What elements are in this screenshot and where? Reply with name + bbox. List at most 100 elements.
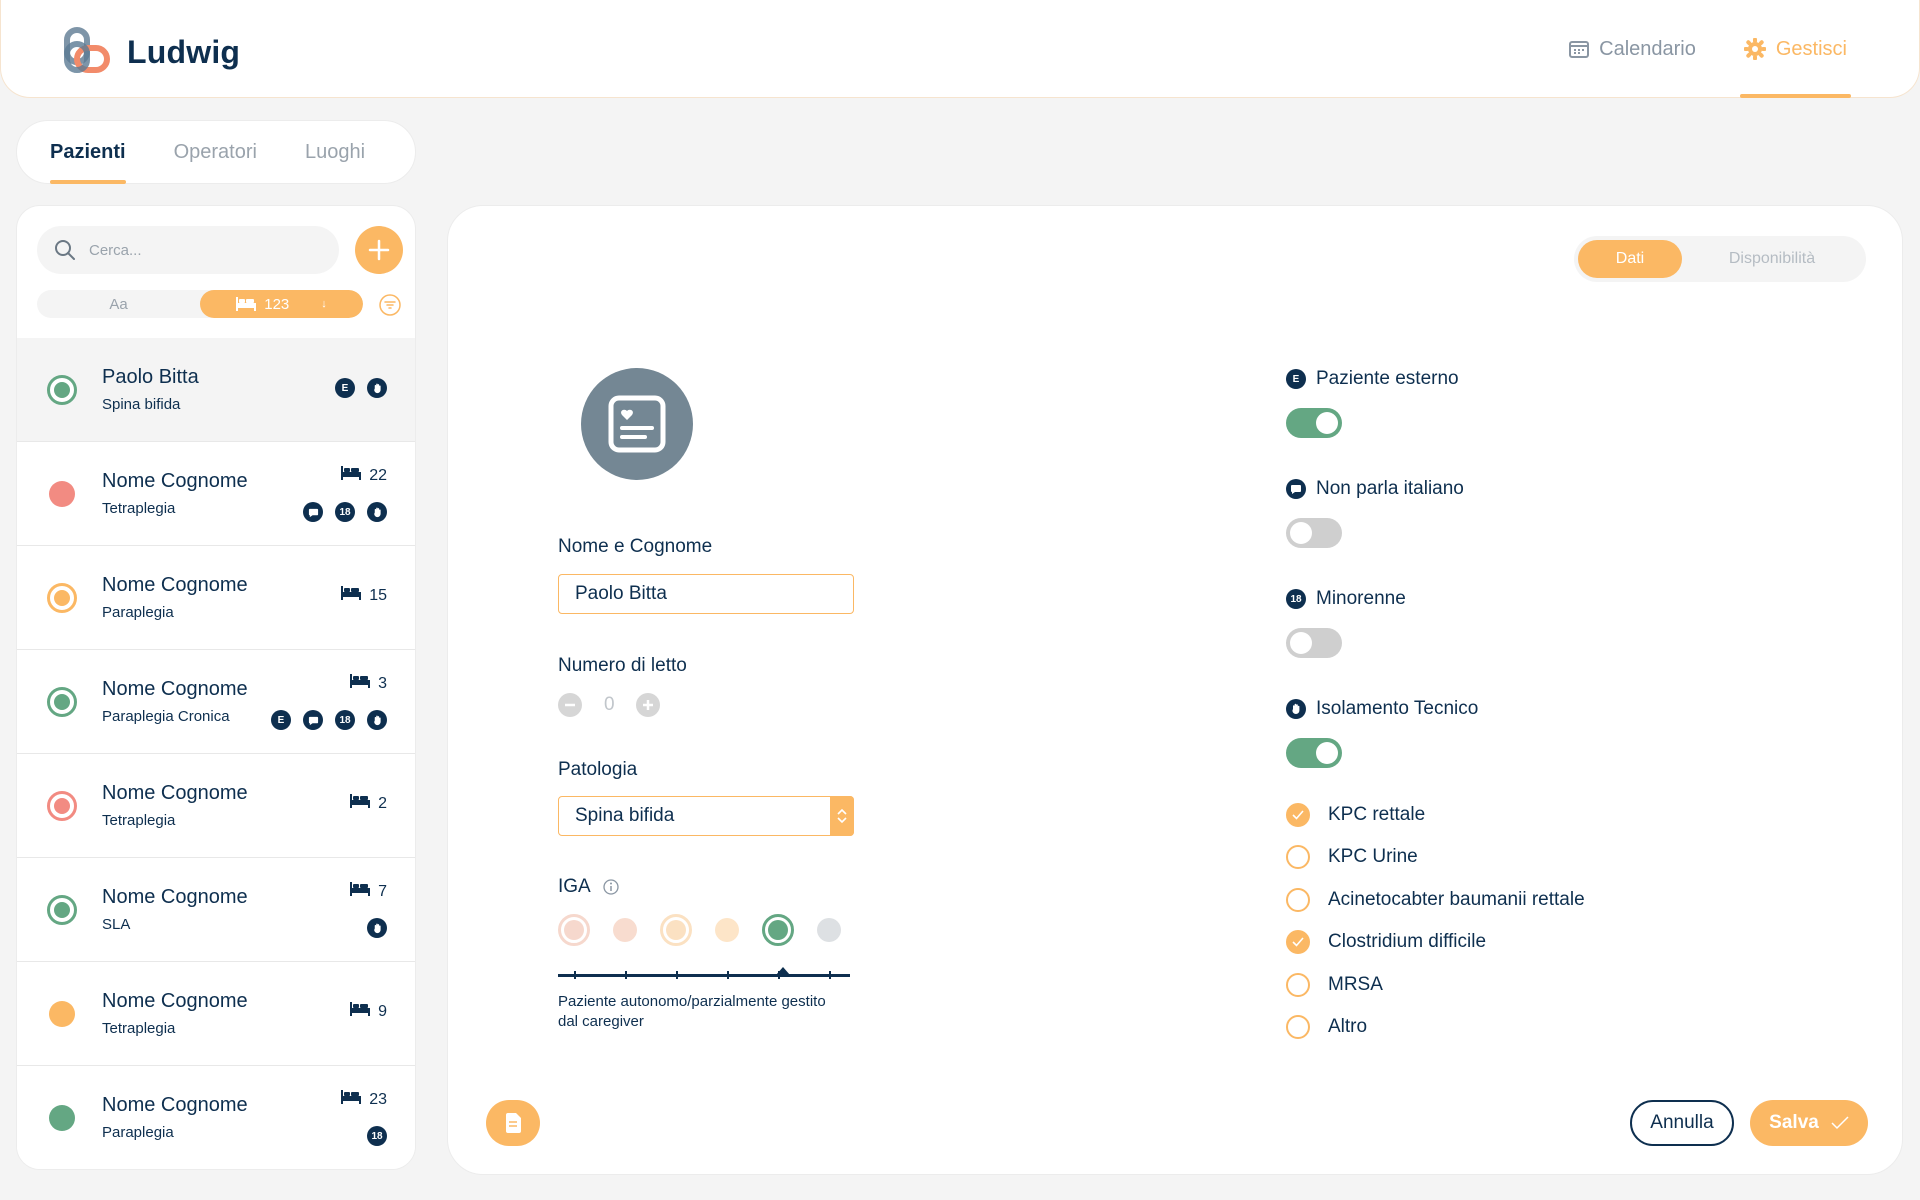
patient-sidebar: Aa 123 ↓ Paolo Bitta Spina bifida E Nome Co…	[16, 205, 416, 1170]
patient-pathology: Tetraplegia	[102, 812, 176, 829]
patient-list-item[interactable]: Nome Cognome Tetraplegia 22 18	[17, 442, 415, 546]
no-italian-toggle[interactable]	[1286, 518, 1342, 548]
iga-level-option[interactable]	[609, 914, 641, 946]
patient-list-item[interactable]: Nome Cognome Tetraplegia 2	[17, 754, 415, 858]
app-logo[interactable]: Ludwig	[61, 26, 240, 78]
flag-no-italian-text: Non parla italiano	[1316, 478, 1464, 499]
cancel-button[interactable]: Annulla	[1630, 1100, 1734, 1146]
patient-status-indicator	[47, 895, 77, 925]
check-icon	[1831, 1116, 1849, 1130]
flag-isolation-label: Isolamento Tecnico	[1286, 698, 1478, 720]
app-name: Ludwig	[127, 33, 241, 70]
patient-name: Paolo Bitta	[102, 366, 199, 388]
infection-option[interactable]: Altro	[1286, 1015, 1367, 1039]
iga-selected-marker	[776, 967, 790, 975]
flag-no-italian-label: Non parla italiano	[1286, 478, 1464, 500]
search-icon	[55, 240, 75, 260]
patient-bed: 2	[350, 794, 387, 813]
tab-places[interactable]: Luoghi	[305, 120, 365, 184]
add-patient-button[interactable]	[355, 226, 403, 274]
tab-patients[interactable]: Pazienti	[50, 120, 126, 184]
main-nav: Calendario Gestisci	[1565, 0, 1852, 98]
checkbox-unchecked[interactable]	[1286, 1015, 1310, 1039]
infection-option[interactable]: Clostridium difficile	[1286, 930, 1486, 955]
patient-record-icon	[608, 395, 666, 453]
infection-option[interactable]: KPC Urine	[1286, 845, 1418, 870]
external-badge-icon: E	[271, 710, 291, 730]
patient-status-indicator	[49, 481, 75, 507]
sort-bed-option[interactable]: 123 ↓	[200, 290, 363, 318]
external-toggle[interactable]	[1286, 408, 1342, 438]
speech-bubble-icon	[1286, 479, 1306, 499]
tab-operators[interactable]: Operatori	[174, 120, 257, 184]
iga-scale-tick	[676, 971, 678, 979]
patient-list-item[interactable]: Nome Cognome Paraplegia Cronica 3 E 18	[17, 650, 415, 754]
checkbox-unchecked[interactable]	[1286, 887, 1310, 912]
infection-option[interactable]: KPC rettale	[1286, 803, 1425, 827]
checkbox-unchecked[interactable]	[1286, 845, 1310, 870]
patient-avatar[interactable]	[581, 368, 693, 480]
patient-pathology: Tetraplegia	[102, 500, 176, 517]
pathology-select[interactable]: Spina bifida	[558, 796, 854, 836]
checkbox-checked[interactable]	[1286, 803, 1310, 827]
iga-level-option[interactable]	[660, 914, 692, 946]
hand-icon	[367, 502, 387, 522]
patient-name: Nome Cognome	[102, 990, 248, 1012]
patient-bed-number: 3	[378, 674, 387, 692]
hand-icon	[1286, 699, 1306, 719]
name-field-value: Paolo Bitta	[575, 583, 667, 604]
patient-bed-number: 9	[378, 1002, 387, 1020]
hand-icon	[367, 918, 387, 938]
infection-label: KPC Urine	[1328, 846, 1418, 868]
infection-option[interactable]: Acinetocabter baumanii rettale	[1286, 887, 1585, 912]
patient-list-item[interactable]: Nome Cognome Tetraplegia 9	[17, 962, 415, 1066]
patient-badges: 18	[303, 502, 387, 522]
select-arrows-icon	[830, 796, 854, 836]
nav-calendar[interactable]: Calendario	[1565, 0, 1700, 98]
patient-list-item[interactable]: Paolo Bitta Spina bifida E	[17, 338, 415, 442]
iga-level-option[interactable]	[558, 914, 590, 946]
infection-label: KPC rettale	[1328, 804, 1426, 825]
increment-button[interactable]	[636, 693, 660, 717]
patient-list-item[interactable]: Nome Cognome Paraplegia 23 18	[17, 1066, 415, 1169]
patient-list-item[interactable]: Nome Cognome SLA 7	[17, 858, 415, 962]
segment-availability[interactable]: Disponibilità	[1682, 240, 1862, 278]
iga-level-option[interactable]	[711, 914, 743, 946]
document-button[interactable]	[486, 1100, 540, 1146]
top-header: Ludwig Calendario Gestisci	[0, 0, 1920, 98]
patient-bed-number: 2	[378, 794, 387, 812]
minus-icon	[565, 703, 575, 707]
iga-level-option[interactable]	[813, 914, 845, 946]
patient-bed: 9	[350, 1002, 387, 1021]
name-field[interactable]: Paolo Bitta	[558, 574, 854, 614]
patient-badges	[367, 918, 387, 938]
iga-description: Paziente autonomo/parzialmente gestito d…	[558, 993, 826, 1030]
bed-icon	[341, 586, 362, 605]
patient-pathology: Tetraplegia	[102, 1020, 176, 1037]
decrement-button[interactable]	[558, 693, 582, 717]
patient-list-item[interactable]: Nome Cognome Paraplegia 15	[17, 546, 415, 650]
patient-status-indicator	[49, 1105, 75, 1131]
minor-toggle[interactable]	[1286, 628, 1342, 658]
check-icon	[1292, 810, 1304, 820]
minor-badge-icon: 18	[335, 710, 355, 730]
segment-data[interactable]: Dati	[1578, 240, 1682, 278]
infection-label: Acinetocabter baumanii rettale	[1328, 888, 1585, 910]
bed-icon	[350, 1002, 371, 1021]
isolation-toggle[interactable]	[1286, 738, 1342, 768]
bed-icon	[236, 297, 257, 311]
search-input[interactable]	[89, 241, 309, 259]
patient-status-indicator	[47, 687, 77, 717]
infection-option[interactable]: MRSA	[1286, 972, 1383, 997]
sort-alpha-option[interactable]: Aa	[37, 290, 200, 318]
iga-level-option[interactable]	[762, 914, 794, 946]
flag-external-text: Paziente esterno	[1316, 368, 1459, 389]
checkbox-unchecked[interactable]	[1286, 972, 1310, 997]
patient-pathology: Spina bifida	[102, 396, 181, 413]
filter-icon[interactable]	[379, 294, 401, 316]
nav-manage[interactable]: Gestisci	[1739, 0, 1852, 98]
info-icon[interactable]	[603, 879, 619, 895]
save-button[interactable]: Salva	[1750, 1100, 1868, 1146]
infection-label: MRSA	[1328, 973, 1383, 995]
checkbox-checked[interactable]	[1286, 930, 1310, 955]
